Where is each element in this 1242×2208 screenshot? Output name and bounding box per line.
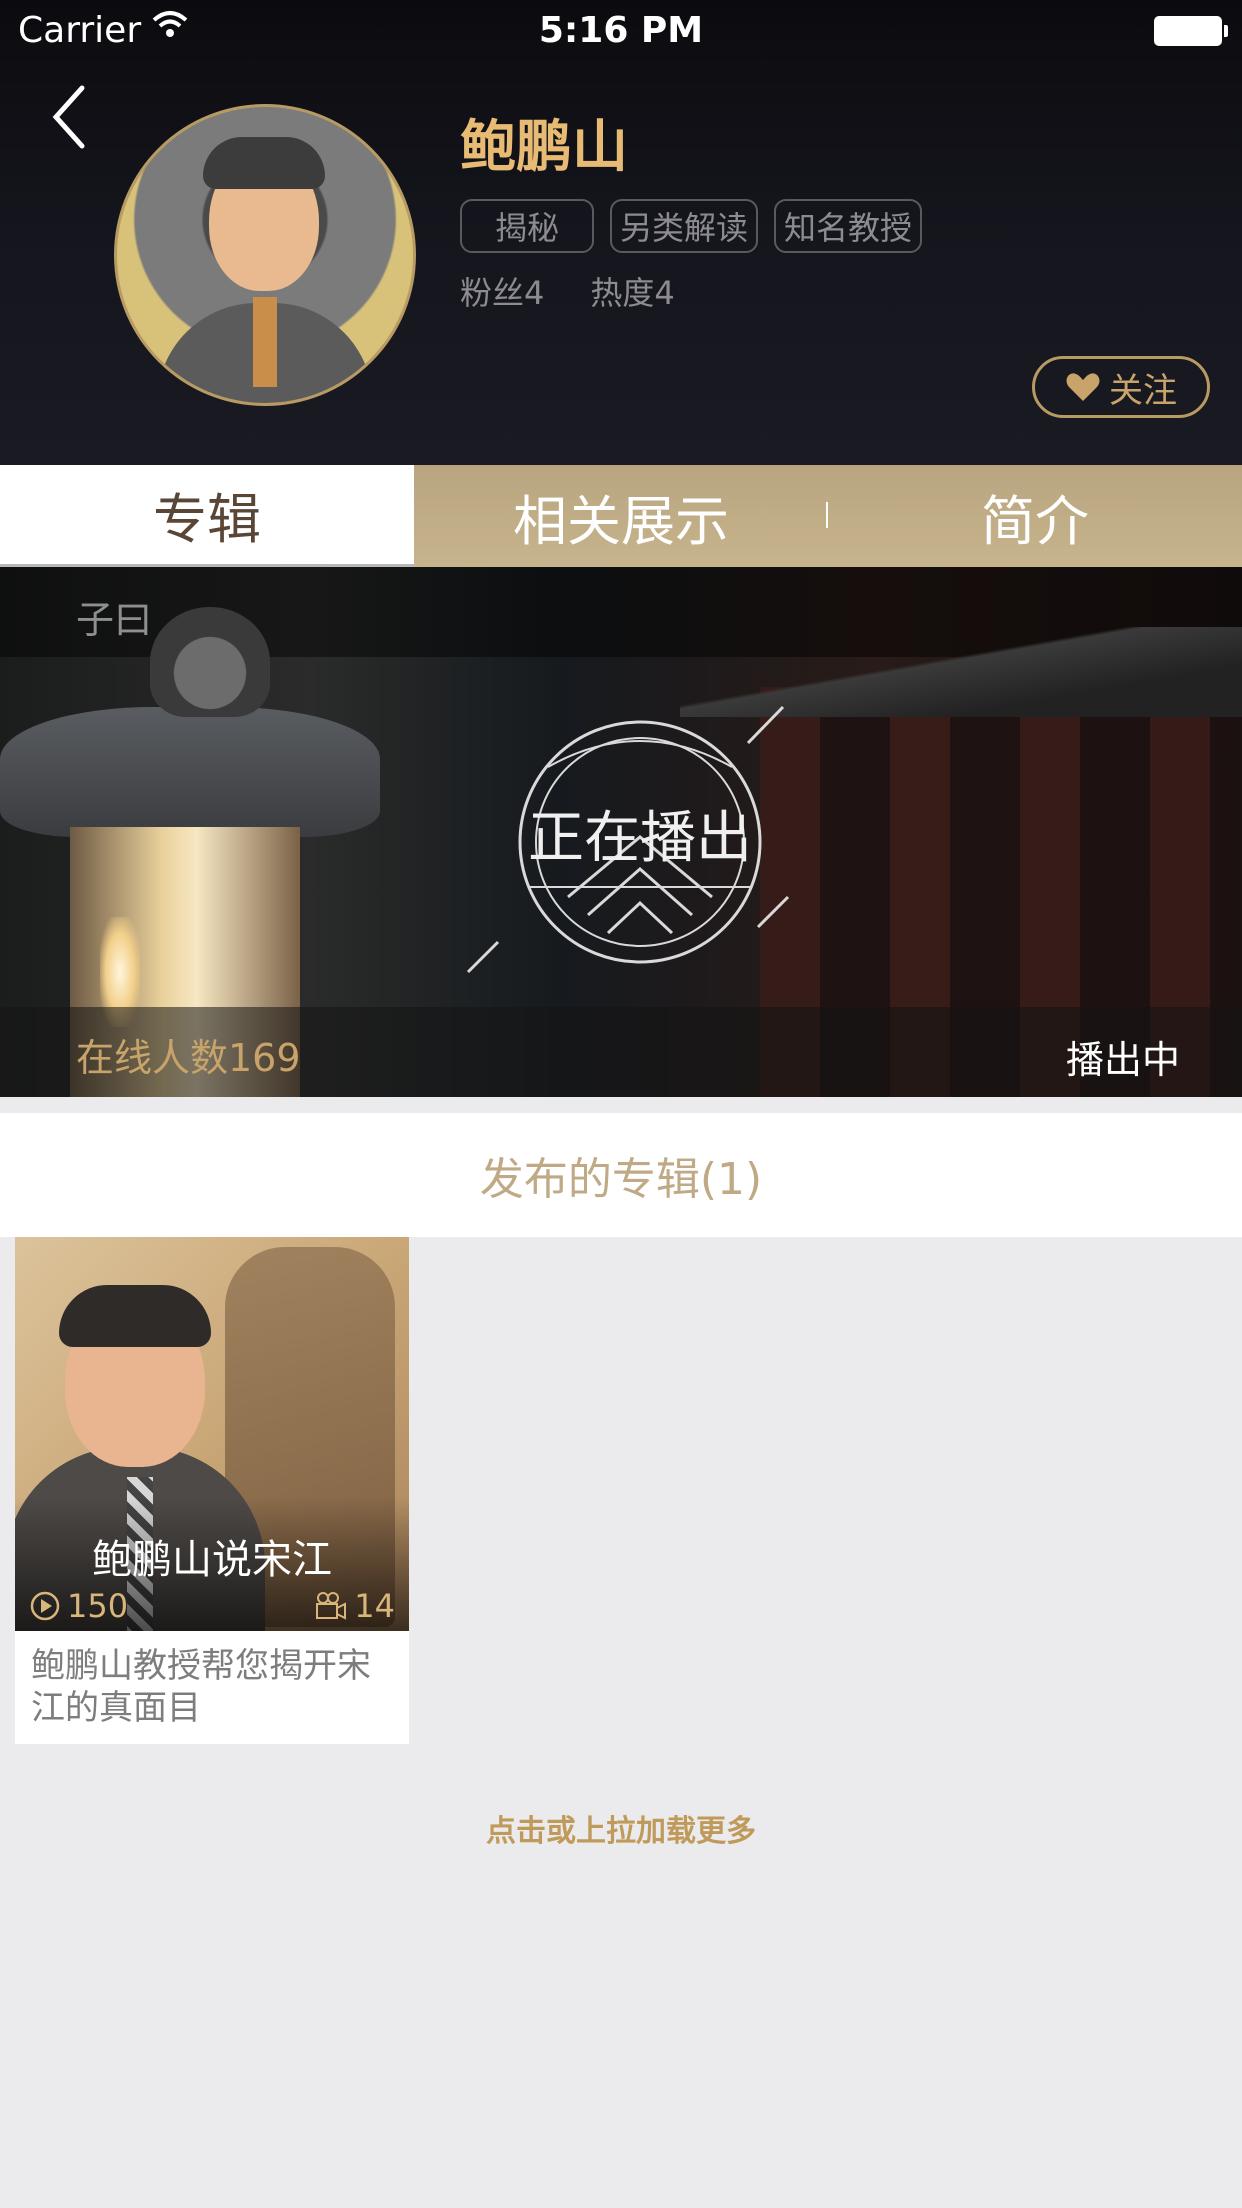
tag[interactable]: 揭秘 (460, 199, 594, 253)
album-episodes: 14 (314, 1587, 395, 1625)
follow-button[interactable]: 关注 (1032, 356, 1210, 418)
tag[interactable]: 另类解读 (610, 199, 759, 253)
tab-albums[interactable]: 专辑 (0, 465, 414, 567)
album-cover: 鲍鹏山说宋江 150 14 (15, 1237, 409, 1631)
play-icon (30, 1591, 60, 1621)
battery-icon (1154, 16, 1228, 46)
broadcast-status: 播出中 (1065, 1038, 1180, 1082)
follow-label: 关注 (1109, 370, 1177, 411)
tab-bar: 专辑 相关展示 简介 (0, 465, 1242, 567)
album-title: 鲍鹏山说宋江 (92, 1537, 332, 1583)
live-logo-icon: 正在播出 (466, 705, 790, 974)
profile-header: Carrier 5:16 PM 鲍鹏山 揭秘 另类解读 知名教授 粉丝4 热度4 (0, 0, 1242, 465)
fans-count: 粉丝4 (460, 274, 545, 312)
video-camera-icon (316, 1592, 347, 1620)
profile-stats: 粉丝4 热度4 (460, 268, 675, 314)
status-bar: Carrier 5:16 PM (0, 0, 1242, 62)
tag[interactable]: 知名教授 (774, 199, 923, 253)
online-count: 在线人数169 (76, 1036, 301, 1080)
albums-section-title: 发布的专辑(1) (0, 1113, 1242, 1237)
avatar (114, 104, 416, 406)
heat-count: 热度4 (590, 274, 675, 312)
profile-name: 鲍鹏山 (460, 115, 628, 180)
banner-label: 子曰 (76, 598, 153, 642)
tag-list: 揭秘 另类解读 知名教授 (460, 199, 923, 253)
live-text: 正在播出 (528, 806, 752, 871)
album-plays: 150 (29, 1587, 128, 1625)
play-count: 150 (67, 1587, 129, 1625)
album-card[interactable]: 鲍鹏山说宋江 150 14 鲍鹏山教授帮您揭开宋江的真面目 (15, 1237, 409, 1744)
episode-count: 14 (354, 1587, 395, 1625)
chevron-left-icon (52, 85, 85, 149)
tab-intro[interactable]: 简介 (828, 465, 1242, 567)
load-more-button[interactable]: 点击或上拉加载更多 (0, 1806, 1242, 1850)
tab-related[interactable]: 相关展示 (414, 465, 828, 567)
status-time: 5:16 PM (538, 10, 704, 51)
heart-icon (1066, 373, 1100, 401)
back-button[interactable] (44, 82, 104, 152)
tab-divider (826, 502, 828, 528)
album-description: 鲍鹏山教授帮您揭开宋江的真面目 (31, 1646, 371, 1728)
live-banner[interactable]: 子曰 正在播出 在线人数169 播出中 (0, 567, 1242, 1097)
